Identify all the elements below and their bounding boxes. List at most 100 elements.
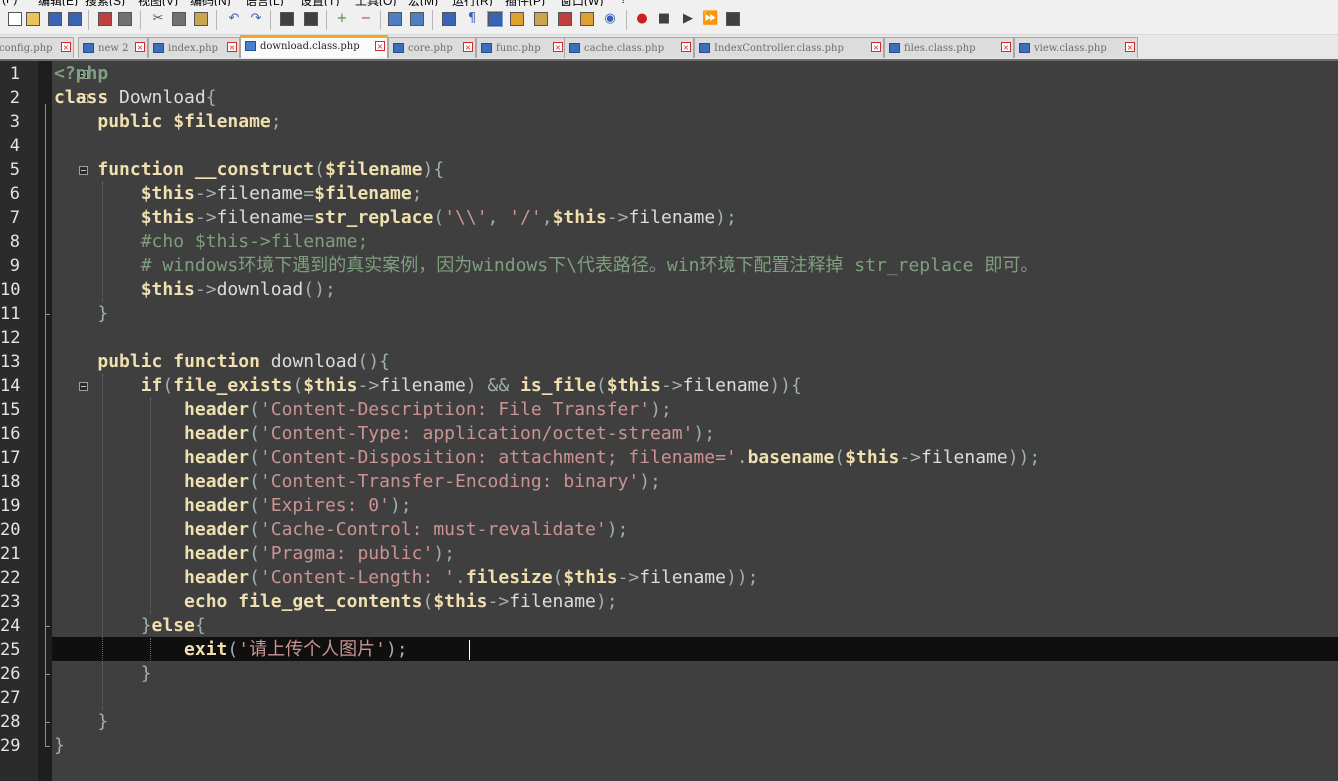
folder-workspace-icon[interactable] <box>580 12 594 26</box>
code-token-op: ; <box>270 111 282 132</box>
code-line[interactable]: header('Content-Type: application/octet-… <box>54 422 715 446</box>
code-line[interactable]: $this->filename=$filename; <box>54 182 423 206</box>
print-icon[interactable] <box>118 12 132 26</box>
undo-icon[interactable]: ↶ <box>226 11 242 27</box>
play-macro-icon[interactable]: ▶ <box>680 11 696 27</box>
close-tab-icon[interactable]: × <box>135 42 145 52</box>
toolbar-separator <box>326 10 327 30</box>
code-line[interactable]: header('Content-Disposition: attachment;… <box>54 446 1040 470</box>
tab-func-php[interactable]: func.php × <box>476 37 566 58</box>
stop-record-icon[interactable]: ■ <box>656 11 672 27</box>
code-token-op: -> <box>899 447 922 468</box>
tab-label: IndexController.class.php <box>714 43 844 54</box>
close-tab-icon[interactable]: × <box>1125 42 1135 52</box>
zoom-out-icon[interactable]: − <box>358 11 374 27</box>
toolbar-separator <box>380 10 381 30</box>
find-icon[interactable] <box>280 12 294 26</box>
code-token-fn: file_exists <box>173 375 293 396</box>
code-line[interactable]: function __construct($filename){ <box>54 158 444 182</box>
zoom-in-icon[interactable]: + <box>334 11 350 27</box>
tab-core-php[interactable]: core.php × <box>388 37 476 58</box>
tab-files-class-php[interactable]: files.class.php × <box>884 37 1014 58</box>
tab-view-class-php[interactable]: view.class.php × <box>1014 37 1138 58</box>
tab-config-php[interactable]: config.php × <box>0 37 74 58</box>
tab-indexcontroller-class-php[interactable]: IndexController.class.php × <box>694 37 884 58</box>
save-icon[interactable] <box>48 12 62 26</box>
tab-cache-class-php[interactable]: cache.class.php × <box>564 37 694 58</box>
user-lang-icon[interactable] <box>510 12 524 26</box>
code-token-vr: $this <box>433 591 488 612</box>
tab-new-2[interactable]: new 2 × <box>78 37 148 58</box>
replace-icon[interactable] <box>304 12 318 26</box>
fold-margin[interactable] <box>38 61 88 781</box>
code-line[interactable]: header('Pragma: public'); <box>54 542 455 566</box>
code-line[interactable]: <?php <box>54 62 108 86</box>
code-editor[interactable]: 1 2 3 4 5 6 7 8 9 10 11 12 13 14 15 16 17 18 19 20 21 22 23 24 2… <box>0 61 1338 781</box>
sync-horizontal-icon[interactable] <box>410 12 424 26</box>
code-line[interactable]: exit('请上传个人图片'); <box>54 638 408 662</box>
save-all-icon[interactable] <box>68 12 82 26</box>
code-line[interactable]: public function download(){ <box>54 350 390 374</box>
doc-map-icon[interactable] <box>534 12 548 26</box>
indent-guide-icon[interactable] <box>487 11 503 27</box>
word-wrap-icon[interactable] <box>442 12 456 26</box>
run-macro-multiple-icon[interactable]: ⏩ <box>702 11 718 27</box>
close-tab-icon[interactable]: × <box>227 42 237 52</box>
redo-icon[interactable]: ↷ <box>248 11 264 27</box>
code-token-cmt: # windows环境下遇到的真实案例，因为windows下\代表路径。win环… <box>140 255 1039 276</box>
code-line[interactable]: } <box>54 734 65 758</box>
code-token-str: '请上传个人图片' <box>238 639 386 660</box>
close-tab-icon[interactable]: × <box>871 42 881 52</box>
tab-download-class-php[interactable]: download.class.php × <box>240 35 388 58</box>
code-line[interactable]: echo file_get_contents($this->filename); <box>54 590 618 614</box>
close-tab-icon[interactable]: × <box>61 42 71 52</box>
tab-label: config.php <box>0 43 53 54</box>
code-line[interactable]: header('Content-Description: File Transf… <box>54 398 672 422</box>
tab-label: download.class.php <box>260 41 360 52</box>
close-tab-icon[interactable]: × <box>553 42 563 52</box>
code-token-op: ( <box>249 423 260 444</box>
save-macro-icon[interactable] <box>726 12 740 26</box>
code-token-op: -> <box>194 207 217 228</box>
monitor-icon[interactable]: ◉ <box>602 11 618 27</box>
code-token-plain: Download <box>108 87 206 108</box>
close-tab-icon[interactable]: × <box>681 42 691 52</box>
close-tab-icon[interactable]: × <box>375 41 385 51</box>
function-list-icon[interactable] <box>558 12 572 26</box>
record-macro-icon[interactable]: ● <box>634 11 650 27</box>
code-line[interactable]: $this->filename=str_replace('\\', '/',$t… <box>54 206 737 230</box>
code-line[interactable]: header('Content-Length: '.filesize($this… <box>54 566 758 590</box>
copy-icon[interactable] <box>172 12 186 26</box>
cut-icon[interactable]: ✂ <box>150 11 166 27</box>
paste-icon[interactable] <box>194 12 208 26</box>
code-line[interactable]: header('Cache-Control: must-revalidate')… <box>54 518 628 542</box>
code-line[interactable]: # windows环境下遇到的真实案例，因为windows下\代表路径。win环… <box>54 254 1039 278</box>
code-token-op: -> <box>606 207 629 228</box>
show-all-chars-icon[interactable]: ¶ <box>464 11 480 27</box>
code-token-op: } <box>54 735 65 756</box>
sync-vertical-icon[interactable] <box>388 12 402 26</box>
line-number-gutter: 1 2 3 4 5 6 7 8 9 10 11 12 13 14 15 16 17 18 19 20 21 22 23 24 2… <box>0 61 38 781</box>
close-tab-icon[interactable]: × <box>1001 42 1011 52</box>
open-file-icon[interactable] <box>26 12 40 26</box>
code-line[interactable]: public $filename; <box>54 110 282 134</box>
saved-file-icon <box>83 43 94 53</box>
code-token-op: , <box>487 207 510 228</box>
code-line[interactable]: }else{ <box>54 614 206 638</box>
code-line[interactable]: $this->download(); <box>54 278 336 302</box>
code-token-plain: download <box>259 351 358 372</box>
code-line[interactable]: } <box>54 302 108 326</box>
code-line[interactable]: class Download{ <box>54 86 217 110</box>
new-file-icon[interactable] <box>8 12 22 26</box>
close-icon[interactable] <box>98 12 112 26</box>
code-line[interactable]: header('Content-Transfer-Encoding: binar… <box>54 470 661 494</box>
code-line[interactable]: if(file_exists($this->filename) && is_fi… <box>54 374 802 398</box>
tab-index-php[interactable]: index.php × <box>148 37 240 58</box>
code-line[interactable]: header('Expires: 0'); <box>54 494 412 518</box>
code-line[interactable]: } <box>54 710 108 734</box>
close-tab-icon[interactable]: × <box>463 42 473 52</box>
line-number: 10 <box>0 280 21 300</box>
